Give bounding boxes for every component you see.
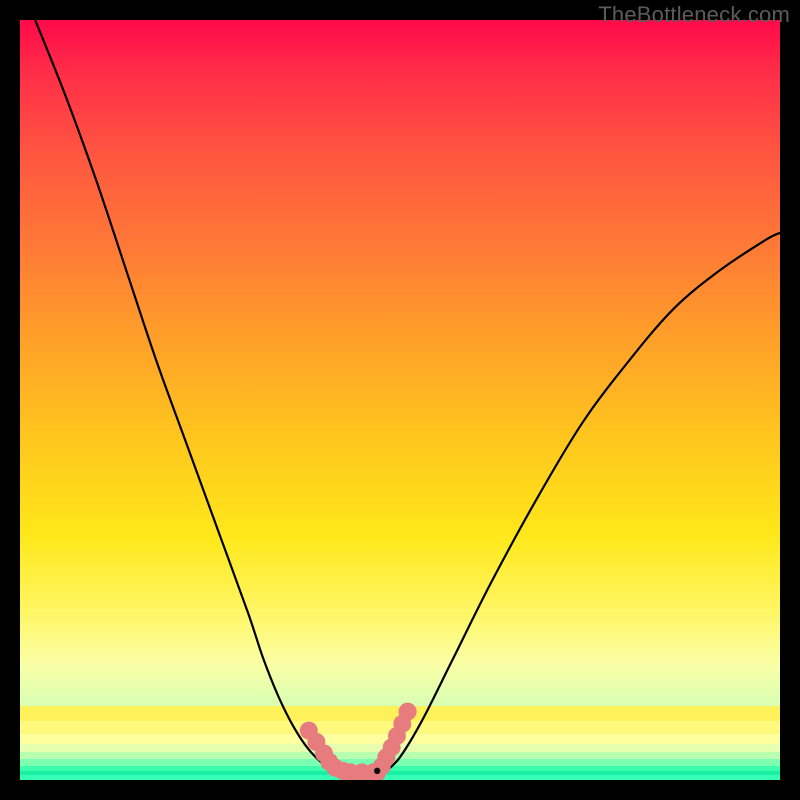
watermark-text: TheBottleneck.com — [598, 2, 790, 28]
highlight-dot — [399, 703, 417, 721]
curve-left-curve — [35, 20, 335, 772]
curve-right-curve — [385, 233, 780, 773]
minimum-marker-dot — [374, 768, 380, 774]
plot-svg — [20, 20, 780, 780]
plot-frame — [20, 20, 780, 780]
